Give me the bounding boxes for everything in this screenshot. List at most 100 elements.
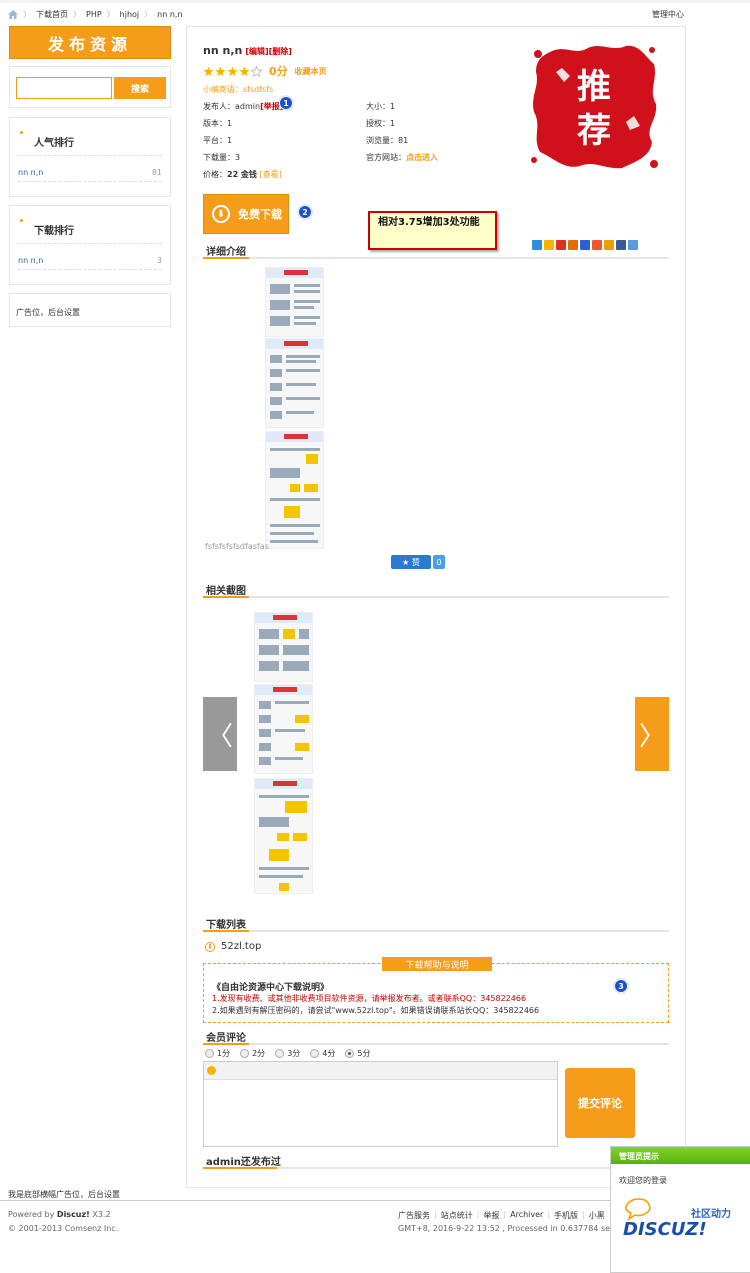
help-title: 《自由论资源中心下载说明》 — [212, 983, 330, 993]
gallery-screenshot[interactable] — [254, 778, 313, 894]
chevron-right-icon: 〉 — [638, 721, 665, 752]
popup-title[interactable]: 管理员提示 — [611, 1147, 750, 1164]
rating-option-4[interactable]: 4分 — [310, 1048, 335, 1059]
detail-section-title: 详细介绍 — [206, 247, 246, 258]
downloads-info: 下载量：3 — [203, 153, 241, 162]
free-download-button[interactable]: ⬇ 免费下载 — [203, 194, 289, 234]
section-underline — [203, 1043, 249, 1045]
download-list-item[interactable]: ⬇ 52zl.top — [205, 941, 261, 952]
gallery-prev-button[interactable]: 〈 — [203, 697, 237, 771]
radio-selected[interactable] — [345, 1049, 355, 1058]
favorite-link[interactable]: 收藏本页 — [295, 66, 327, 77]
radio[interactable] — [310, 1049, 320, 1058]
section-underline — [203, 257, 249, 259]
rating-option-1[interactable]: 1分 — [205, 1048, 230, 1059]
gallery-next-button[interactable]: 〉 — [635, 697, 669, 771]
divider: | — [582, 1210, 585, 1219]
radio[interactable] — [240, 1049, 250, 1058]
share-facebook-icon[interactable] — [616, 240, 626, 250]
gallery-screenshot[interactable] — [254, 684, 313, 774]
detail-screenshot[interactable] — [265, 267, 324, 337]
share-weibo-icon[interactable] — [556, 240, 566, 250]
discuz-link[interactable]: Discuz! — [57, 1210, 90, 1219]
svg-text:DISCUZ!: DISCUZ! — [623, 1219, 707, 1240]
breadcrumb-item[interactable]: hjhoj — [120, 10, 139, 19]
powered-version: X3.2 — [89, 1210, 111, 1219]
breadcrumb-item[interactable]: PHP — [86, 10, 102, 19]
star-empty-icon[interactable] — [251, 65, 262, 77]
top-strip — [0, 0, 750, 3]
radio[interactable] — [275, 1049, 285, 1058]
footer-link[interactable]: 小黑 — [589, 1210, 605, 1221]
list-item[interactable]: nn n,n 81 — [18, 164, 162, 182]
search-input[interactable] — [16, 77, 112, 99]
platform-info: 平台：1 — [203, 136, 233, 145]
share-kaixin-icon[interactable] — [592, 240, 602, 250]
comments-section-title: 会员评论 — [206, 1033, 246, 1044]
detail-caption: fsfsfsfsfsdfasfas — [205, 542, 269, 551]
breadcrumb-item[interactable]: nn n,n — [157, 10, 182, 19]
star-icon[interactable] — [239, 66, 250, 77]
search-button[interactable]: 搜索 — [114, 77, 166, 99]
edit-delete-links[interactable]: [编辑][删除] — [245, 47, 292, 56]
admin-published-section-header: admin还发布过 — [203, 1151, 669, 1169]
publish-resource-button[interactable]: 发布资源 — [9, 26, 171, 59]
like-button[interactable]: ★ 赞 — [391, 555, 431, 569]
sidebar-ad[interactable]: 广告位，后台设置 — [9, 293, 171, 327]
rating-option-5[interactable]: 5分 — [345, 1048, 370, 1059]
price-info: 价格：22 金钱 [查看] — [203, 169, 282, 180]
rating-option-3[interactable]: 3分 — [275, 1048, 300, 1059]
help-line-2: 2.如果遇到有解压密码的，请尝试"www.52zl.top"。如果错误请联系站长… — [212, 1006, 540, 1015]
publisher-link[interactable]: admin — [235, 102, 260, 111]
license-info: 授权：1 — [366, 119, 396, 128]
screenshots-section-header: 相关截图 — [203, 580, 669, 598]
footer-link[interactable]: 举报 — [483, 1210, 499, 1221]
download-list-section-header: 下载列表 — [203, 914, 669, 932]
page-title: nn n,n [编辑][删除] — [203, 44, 292, 57]
share-qzone-icon[interactable] — [532, 240, 542, 250]
home-icon[interactable] — [8, 9, 18, 19]
gallery-screenshot[interactable] — [254, 612, 313, 682]
comments-section-header: 会员评论 — [203, 1027, 669, 1045]
footer-link[interactable]: 手机版 — [554, 1210, 578, 1221]
rating-option-2[interactable]: 2分 — [240, 1048, 265, 1059]
rank-item-name[interactable]: nn n,n — [18, 168, 43, 177]
star-icon[interactable] — [203, 66, 214, 77]
price-view-link[interactable]: [查看] — [259, 170, 281, 179]
share-renren-icon[interactable] — [580, 240, 590, 250]
footer-ad[interactable]: 我是底部横幅广告位，后台设置 — [8, 1189, 120, 1200]
chevron-right-icon: 〉 — [73, 9, 81, 19]
share-tencent-icon[interactable] — [568, 240, 578, 250]
detail-screenshot[interactable] — [265, 431, 324, 549]
submit-comment-button[interactable]: 提交评论 — [565, 1068, 635, 1138]
help-line-1: 1.发现有收费、或其他非收费项目软件资源，请举报发布者。或者联系QQ：34582… — [212, 994, 527, 1003]
rank-item-name[interactable]: nn n,n — [18, 256, 43, 265]
radio[interactable] — [205, 1049, 214, 1058]
powered-by: Powered by Discuz! X3.2 — [8, 1210, 111, 1219]
detail-screenshot[interactable] — [265, 338, 324, 428]
footer-link[interactable]: Archiver — [510, 1210, 543, 1221]
rating-option-label: 1分 — [217, 1049, 231, 1058]
share-more-icon[interactable] — [628, 240, 638, 250]
section-underline — [203, 1167, 277, 1169]
website-link[interactable]: 点击进入 — [406, 153, 438, 162]
share-favorites-icon[interactable] — [544, 240, 554, 250]
website-info: 官方网站：点击进入 — [366, 152, 438, 163]
resource-title: nn n,n — [203, 44, 243, 57]
smiley-icon[interactable] — [207, 1066, 216, 1075]
footer-link[interactable]: 广告服务 — [398, 1210, 430, 1221]
breadcrumb-item[interactable]: 下载首页 — [36, 9, 68, 20]
star-icon[interactable] — [227, 66, 238, 77]
footer-link[interactable]: 站点统计 — [441, 1210, 473, 1221]
comment-editor[interactable] — [203, 1061, 558, 1147]
divider: | — [503, 1210, 507, 1219]
download-link[interactable]: 52zl.top — [221, 941, 261, 952]
editor-review: 小编寄语：sfsdfsfs — [203, 85, 274, 94]
star-icon[interactable] — [215, 66, 226, 77]
score: 0分 — [269, 65, 288, 78]
list-item[interactable]: nn n,n 3 — [18, 252, 162, 270]
share-douban-icon[interactable] — [604, 240, 614, 250]
chevron-right-icon: 〉 — [144, 9, 153, 19]
admin-center-link[interactable]: 管理中心 — [652, 9, 684, 20]
screenshots-section-title: 相关截图 — [206, 586, 246, 597]
